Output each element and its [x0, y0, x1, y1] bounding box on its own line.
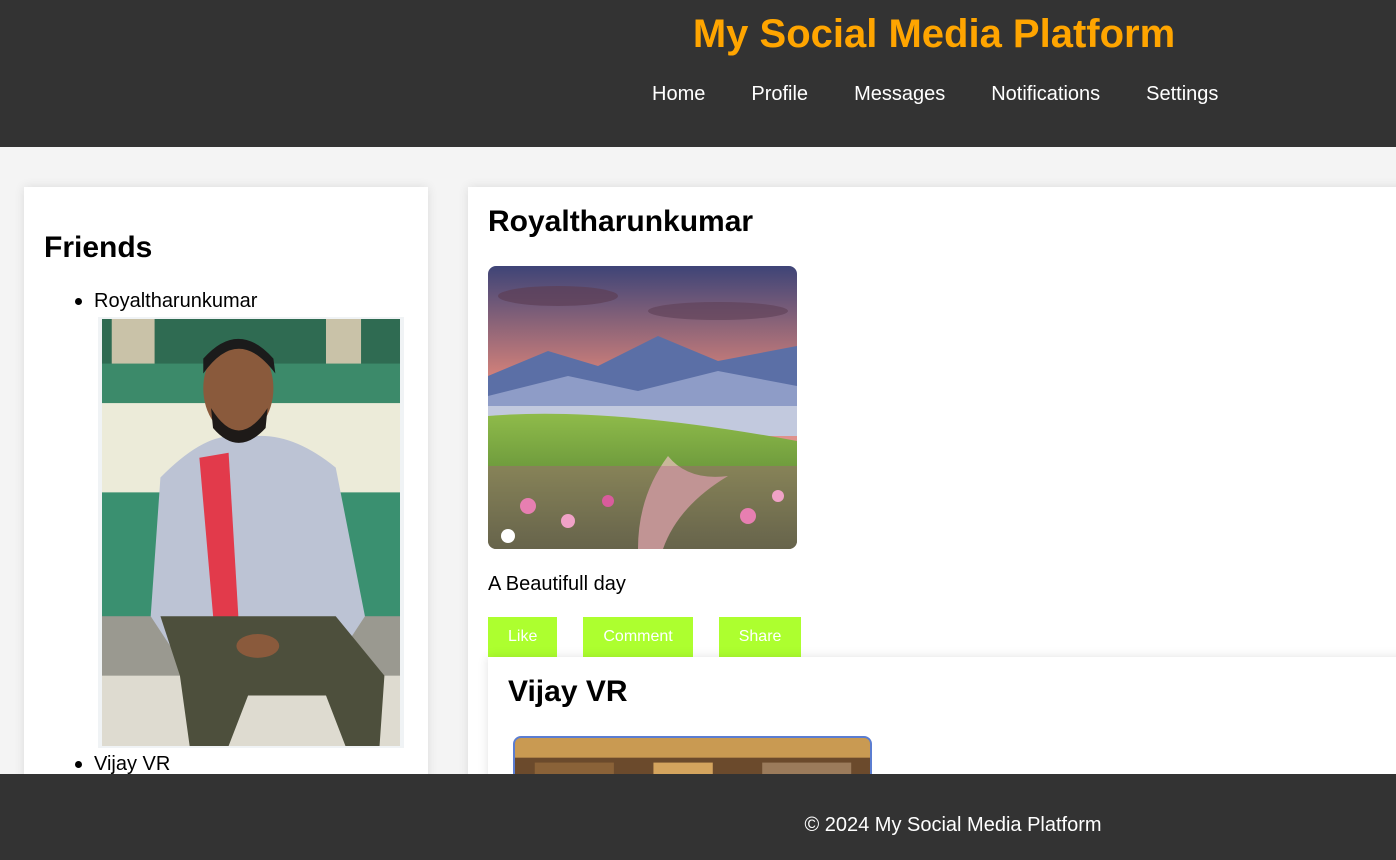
main-nav: Home Profile Messages Notifications Sett… — [652, 83, 1264, 106]
post-actions: Like Comment Share — [488, 617, 827, 657]
site-title: My Social Media Platform — [692, 12, 1176, 56]
friend-item: Vijay VR — [24, 752, 428, 776]
bullet-icon — [75, 298, 82, 305]
post-author[interactable]: Vijay VR — [508, 675, 628, 709]
site-footer: © 2024 My Social Media Platform — [0, 774, 1396, 860]
post-text: A Beautifull day — [488, 573, 626, 595]
nav-messages-link[interactable]: Messages — [854, 83, 945, 106]
nav-settings-link[interactable]: Settings — [1146, 83, 1218, 106]
copyright-text: © 2024 My Social Media Platform — [804, 814, 1102, 836]
friends-list: Royaltharunkumar Vijay VR — [24, 289, 428, 776]
post-image[interactable] — [488, 266, 797, 549]
comment-button[interactable]: Comment — [583, 617, 693, 657]
bullet-icon — [75, 761, 82, 768]
friend-name[interactable]: Royaltharunkumar — [94, 289, 428, 313]
nav-notifications-link[interactable]: Notifications — [991, 83, 1100, 106]
friend-photo[interactable] — [98, 317, 404, 748]
share-button[interactable]: Share — [718, 617, 802, 657]
nav-profile-link[interactable]: Profile — [751, 83, 808, 106]
friends-panel: Friends Royaltharunkumar Vijay VR — [24, 187, 428, 787]
friend-name[interactable]: Vijay VR — [94, 752, 428, 776]
site-header: My Social Media Platform Home Profile Me… — [0, 0, 1396, 147]
friends-heading: Friends — [44, 231, 153, 264]
feed: Royaltharunkumar A Beautifull day Like C… — [468, 187, 1396, 857]
post-author[interactable]: Royaltharunkumar — [488, 205, 753, 239]
like-button[interactable]: Like — [488, 617, 558, 657]
friend-item: Royaltharunkumar — [24, 289, 428, 748]
nav-home-link[interactable]: Home — [652, 83, 705, 106]
